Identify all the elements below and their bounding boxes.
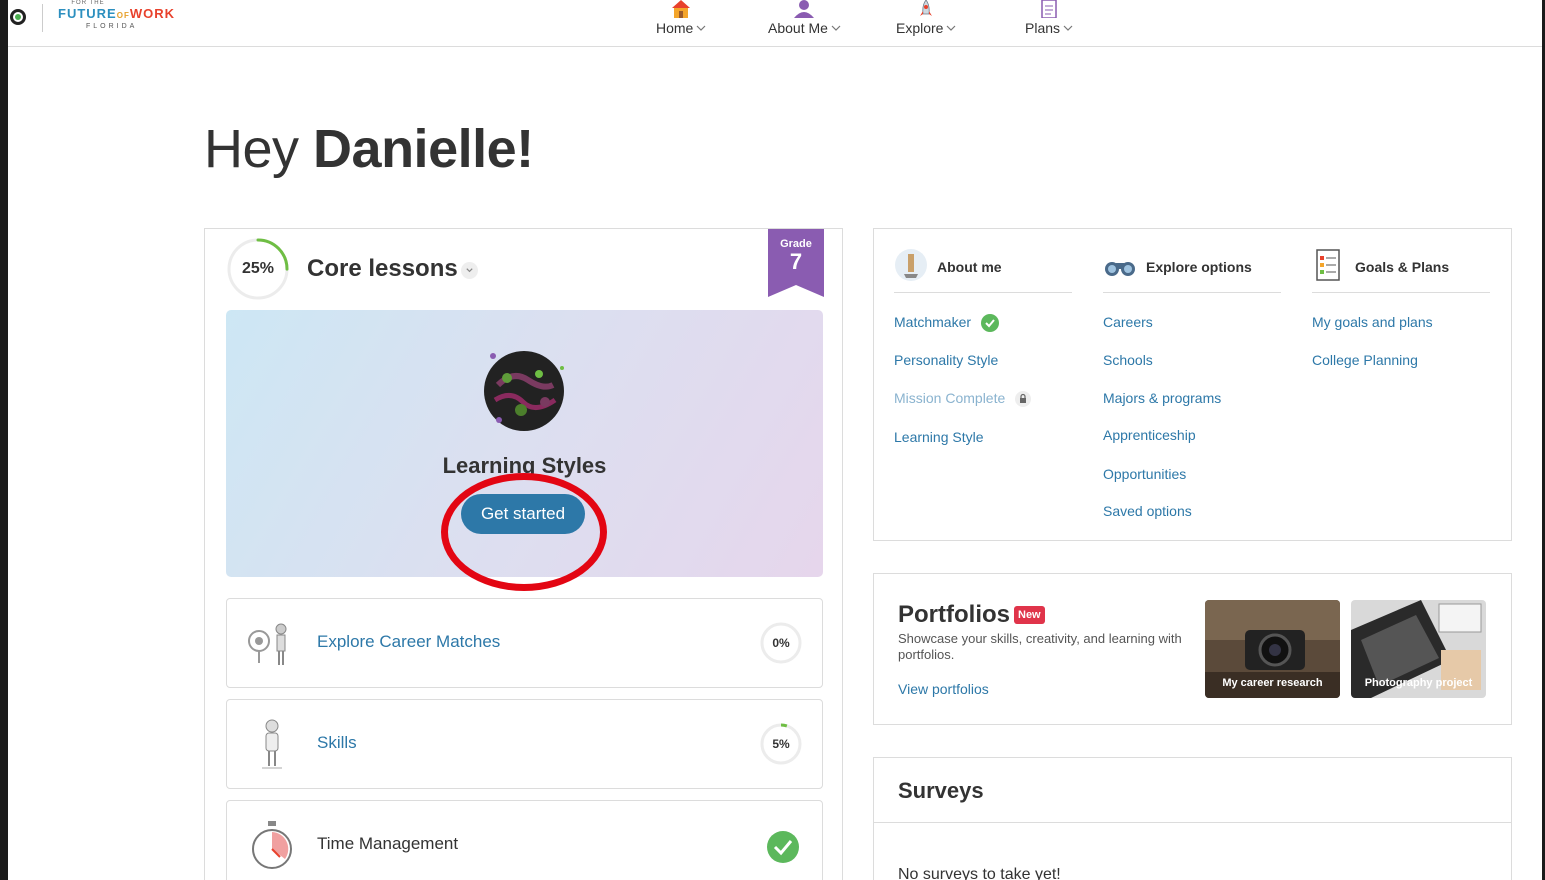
chevron-down-icon <box>696 25 706 31</box>
hero-lesson-title: Learning Styles <box>442 453 607 478</box>
portfolios-card: Portfolios New Showcase your skills, cre… <box>873 573 1512 725</box>
nav-explore-label: Explore <box>896 20 944 36</box>
portfolios-title: Portfolios <box>898 601 1010 628</box>
core-lessons-card: 25% Core lessons Grade 7 Learning Styles… <box>204 228 843 880</box>
logo-of: OF <box>116 11 130 20</box>
binoculars-icon <box>1105 262 1135 276</box>
link-majors-programs[interactable]: Majors & programs <box>1103 390 1221 406</box>
link-matchmaker-label: Matchmaker <box>894 314 972 330</box>
link-schools[interactable]: Schools <box>1103 352 1153 368</box>
current-lesson-hero: Learning Styles Get started <box>226 310 823 591</box>
greeting-name: Danielle! <box>313 119 534 179</box>
brand-logo[interactable]: FOR THE FUTUREOFWORK FLORIDA <box>58 0 178 30</box>
page-greeting: Hey Danielle! <box>204 118 534 180</box>
logo-work: WORK <box>129 6 175 21</box>
link-matchmaker[interactable]: Matchmaker <box>894 314 999 333</box>
lesson-label: Time Management <box>317 834 459 853</box>
link-opportunities[interactable]: Opportunities <box>1103 466 1186 482</box>
clipboard-icon <box>1041 0 1057 18</box>
new-badge: New <box>1014 606 1045 624</box>
surveys-header: Surveys <box>874 758 1511 823</box>
lesson-row-skills[interactable]: Skills 5% <box>226 699 823 789</box>
stopwatch-icon <box>252 821 292 869</box>
view-portfolios-link[interactable]: View portfolios <box>898 681 989 697</box>
lesson-progress-label: 0% <box>772 636 790 650</box>
nav-about-label: About Me <box>768 20 828 36</box>
house-icon <box>672 0 691 18</box>
nav-plans[interactable]: Plans <box>1025 0 1073 46</box>
chevron-down-icon <box>466 268 473 273</box>
grade-number: 7 <box>789 249 803 274</box>
link-careers[interactable]: Careers <box>1103 314 1153 330</box>
link-college-planning[interactable]: College Planning <box>1312 352 1418 368</box>
link-learning-style[interactable]: Learning Style <box>894 429 984 445</box>
thumb-label: My career research <box>1222 677 1323 689</box>
core-lessons-title[interactable]: Core lessons <box>307 255 458 283</box>
link-mission-complete[interactable]: Mission Complete <box>894 390 1032 408</box>
nav-home-label: Home <box>656 20 694 36</box>
nav-explore[interactable]: Explore <box>896 0 956 46</box>
link-saved-options[interactable]: Saved options <box>1103 503 1192 519</box>
link-mission-complete-label: Mission Complete <box>894 390 1006 406</box>
portfolios-description: Showcase your skills, creativity, and le… <box>898 631 1182 662</box>
lesson-progress-ring: 0% <box>760 622 802 664</box>
greeting-prefix: Hey <box>204 119 299 179</box>
app-logo-icon[interactable] <box>10 9 26 25</box>
left-window-edge <box>0 0 8 880</box>
nav-plans-label: Plans <box>1025 20 1061 36</box>
nav-home[interactable]: Home <box>656 0 706 46</box>
surveys-card: Surveys No surveys to take yet! <box>873 757 1512 880</box>
link-apprenticeship[interactable]: Apprenticeship <box>1103 427 1196 443</box>
link-my-goals-plans[interactable]: My goals and plans <box>1312 314 1433 330</box>
portfolio-thumb-photography[interactable]: Photography project <box>1351 600 1486 698</box>
top-navigation: FOR THE FUTUREOFWORK FLORIDA Home About … <box>8 0 1542 47</box>
core-progress-label: 25% <box>241 260 275 277</box>
learning-styles-image <box>484 351 564 431</box>
about-me-icon <box>895 249 927 281</box>
lesson-row-career-matches[interactable]: Explore Career Matches 0% <box>226 598 823 688</box>
lesson-label: Explore Career Matches <box>317 632 501 651</box>
rocket-icon <box>920 0 933 16</box>
about-me-header: About me <box>894 248 1072 293</box>
person-icon <box>794 0 815 18</box>
chevron-down-icon <box>1063 25 1073 31</box>
quick-links-card: About me Explore options Goals & Plans M… <box>873 228 1512 541</box>
logo-divider <box>42 4 43 32</box>
core-progress-ring: 25% <box>227 238 289 300</box>
lesson-row-time-management[interactable]: Time Management <box>226 800 823 880</box>
chevron-down-icon <box>831 25 841 31</box>
checklist-icon <box>1316 249 1340 281</box>
goals-plans-header: Goals & Plans <box>1312 248 1490 293</box>
lesson-progress-ring: 5% <box>760 723 802 765</box>
lock-icon <box>1015 391 1032 408</box>
logo-state: FLORIDA <box>86 23 138 30</box>
career-matches-icon <box>248 623 287 665</box>
link-personality-style[interactable]: Personality Style <box>894 352 998 368</box>
logo-wordmark: FUTUREOFWORK <box>58 7 178 23</box>
lesson-progress-label: 5% <box>772 737 790 751</box>
skills-icon <box>262 719 282 769</box>
check-circle-icon <box>767 831 799 863</box>
goals-plans-title: Goals & Plans <box>1355 259 1450 275</box>
check-circle-icon <box>980 314 999 333</box>
surveys-empty-message: No surveys to take yet! <box>898 866 1061 880</box>
explore-options-title: Explore options <box>1146 259 1252 275</box>
about-me-title: About me <box>937 259 1002 275</box>
lesson-label: Skills <box>317 733 357 752</box>
nav-about-me[interactable]: About Me <box>768 0 841 46</box>
get-started-button[interactable]: Get started <box>461 494 585 534</box>
chevron-down-icon <box>947 25 956 31</box>
core-lessons-dropdown[interactable] <box>461 262 478 279</box>
portfolio-thumb-career-research[interactable]: My career research <box>1205 600 1340 698</box>
surveys-title: Surveys <box>898 778 984 803</box>
explore-options-header: Explore options <box>1103 248 1281 293</box>
thumb-label: Photography project <box>1364 677 1473 689</box>
logo-future: FUTURE <box>58 6 117 21</box>
